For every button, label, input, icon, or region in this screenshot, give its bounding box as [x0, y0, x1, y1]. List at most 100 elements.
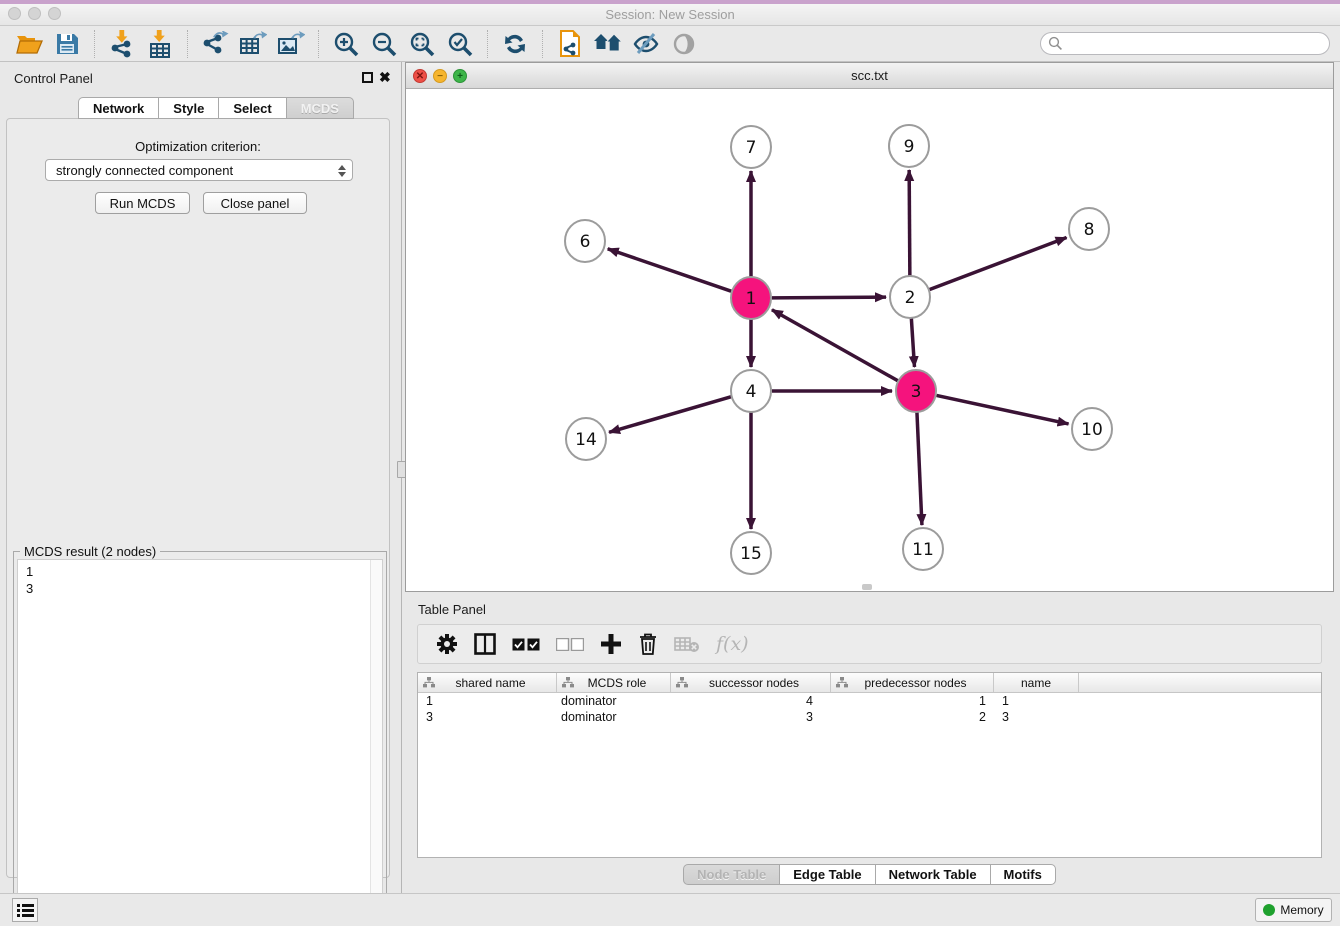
- cell-successor-nodes[interactable]: 3: [671, 710, 831, 724]
- network-graph[interactable]: 7968124314101511: [406, 89, 1333, 591]
- network-window-titlebar: ✕ − + scc.txt: [406, 63, 1333, 89]
- cell-shared-name[interactable]: 1: [418, 694, 557, 708]
- column-header-successor-nodes[interactable]: successor nodes: [671, 673, 831, 692]
- import-table-icon[interactable]: [145, 29, 175, 59]
- graph-edge-1-2[interactable]: [772, 297, 886, 298]
- column-header-predecessor-nodes[interactable]: predecessor nodes: [831, 673, 994, 692]
- zoom-out-icon[interactable]: [369, 29, 399, 59]
- table-toolbar: f(x): [417, 624, 1322, 664]
- zoom-in-icon[interactable]: [331, 29, 361, 59]
- column-header-shared-name[interactable]: shared name: [418, 673, 557, 692]
- open-session-icon[interactable]: [14, 29, 44, 59]
- column-header-name[interactable]: name: [994, 673, 1079, 692]
- memory-label: Memory: [1280, 903, 1323, 917]
- tab-node-table[interactable]: Node Table: [683, 864, 779, 885]
- graph-node-label-14: 14: [575, 430, 597, 450]
- toolbar-separator: [94, 30, 95, 58]
- export-network-icon[interactable]: [200, 29, 230, 59]
- home-icon[interactable]: [593, 29, 623, 59]
- cell-name[interactable]: 1: [994, 694, 1079, 708]
- zoom-fit-icon[interactable]: [407, 29, 437, 59]
- tab-select[interactable]: Select: [218, 97, 285, 119]
- search-input[interactable]: [1063, 35, 1329, 53]
- cell-successor-nodes[interactable]: 4: [671, 694, 831, 708]
- graph-edge-2-9[interactable]: [909, 170, 910, 276]
- function-builder-icon[interactable]: f(x): [716, 630, 749, 658]
- memory-status-icon: [1263, 904, 1275, 916]
- table-panel-tabs: Node Table Edge Table Network Table Moti…: [405, 864, 1334, 885]
- hierarchy-icon: [676, 677, 688, 688]
- network-from-file-icon[interactable]: [555, 29, 585, 59]
- table-row[interactable]: 3 dominator 3 2 3: [418, 709, 1321, 725]
- close-panel-button[interactable]: Close panel: [203, 192, 307, 214]
- window-title: Session: New Session: [0, 7, 1340, 22]
- graph-node-label-7: 7: [746, 138, 757, 158]
- delete-column-icon[interactable]: [638, 630, 658, 658]
- control-panel-title: Control Panel: [14, 71, 93, 86]
- column-header-mcds-role[interactable]: MCDS role: [557, 673, 671, 692]
- export-table-icon[interactable]: [238, 29, 268, 59]
- cell-mcds-role[interactable]: dominator: [557, 694, 671, 708]
- graph-edge-3-1[interactable]: [772, 310, 898, 381]
- cell-shared-name[interactable]: 3: [418, 710, 557, 724]
- close-panel-icon[interactable]: ✖: [379, 70, 391, 84]
- tab-motifs[interactable]: Motifs: [990, 864, 1056, 885]
- tab-edge-table[interactable]: Edge Table: [779, 864, 874, 885]
- tab-mcds[interactable]: MCDS: [286, 97, 354, 119]
- graph-node-label-10: 10: [1081, 420, 1103, 440]
- graph-node-label-1: 1: [746, 289, 757, 309]
- zoom-selected-icon[interactable]: [445, 29, 475, 59]
- add-column-icon[interactable]: [600, 630, 622, 658]
- import-network-icon[interactable]: [107, 29, 137, 59]
- optimization-criterion-label: Optimization criterion:: [7, 139, 389, 154]
- float-panel-icon[interactable]: [362, 72, 373, 83]
- graph-edge-3-11[interactable]: [917, 412, 922, 525]
- hide-details-icon[interactable]: [631, 29, 661, 59]
- graph-edge-4-14[interactable]: [609, 397, 731, 432]
- delete-table-icon[interactable]: [674, 630, 700, 658]
- run-mcds-button[interactable]: Run MCDS: [95, 192, 190, 214]
- tab-style[interactable]: Style: [158, 97, 218, 119]
- network-scrollbar-thumb[interactable]: [862, 584, 872, 590]
- search-field[interactable]: [1040, 32, 1330, 55]
- task-list-icon: [17, 903, 34, 918]
- graph-edge-2-8[interactable]: [930, 238, 1067, 290]
- cell-predecessor-nodes[interactable]: 2: [831, 710, 994, 724]
- tab-network[interactable]: Network: [78, 97, 158, 119]
- graph-edge-2-3[interactable]: [911, 318, 914, 367]
- control-panel-tabs: Network Style Select MCDS: [78, 97, 354, 119]
- cell-predecessor-nodes[interactable]: 1: [831, 694, 994, 708]
- network-window-title: scc.txt: [406, 68, 1333, 83]
- status-bar: Memory: [0, 893, 1340, 926]
- hierarchy-icon: [423, 677, 435, 688]
- mcds-result-scrollbar[interactable]: [370, 560, 382, 924]
- select-all-rows-icon[interactable]: [512, 630, 540, 658]
- graph-edge-3-10[interactable]: [937, 395, 1069, 424]
- settings-gear-icon[interactable]: [436, 630, 458, 658]
- deselect-all-rows-icon[interactable]: [556, 630, 584, 658]
- graph-node-label-3: 3: [911, 382, 922, 402]
- application-window: Session: New Session: [0, 0, 1340, 926]
- cell-mcds-role[interactable]: dominator: [557, 710, 671, 724]
- network-canvas[interactable]: 7968124314101511: [406, 89, 1333, 591]
- tab-network-table[interactable]: Network Table: [875, 864, 990, 885]
- cell-name[interactable]: 3: [994, 710, 1079, 724]
- task-history-button[interactable]: [12, 898, 38, 922]
- table-panel: Table Panel ✖: [405, 596, 1334, 888]
- graph-node-label-11: 11: [912, 540, 934, 560]
- save-session-icon[interactable]: [52, 29, 82, 59]
- mcds-result-text[interactable]: 1 3: [17, 559, 383, 925]
- criterion-dropdown[interactable]: strongly connected component: [45, 159, 353, 181]
- control-panel: Control Panel ✖ Network Style Select MCD…: [0, 62, 396, 893]
- dropdown-stepper-icon: [336, 163, 347, 179]
- refresh-layout-icon[interactable]: [500, 29, 530, 59]
- birdseye-view-icon[interactable]: [669, 29, 699, 59]
- graph-edge-1-6[interactable]: [608, 249, 731, 291]
- search-icon: [1048, 36, 1063, 51]
- export-image-icon[interactable]: [276, 29, 306, 59]
- table-row[interactable]: 1 dominator 4 1 1: [418, 693, 1321, 709]
- toolbar-separator: [542, 30, 543, 58]
- column-layout-icon[interactable]: [474, 630, 496, 658]
- memory-button[interactable]: Memory: [1255, 898, 1332, 922]
- toolbar-separator: [187, 30, 188, 58]
